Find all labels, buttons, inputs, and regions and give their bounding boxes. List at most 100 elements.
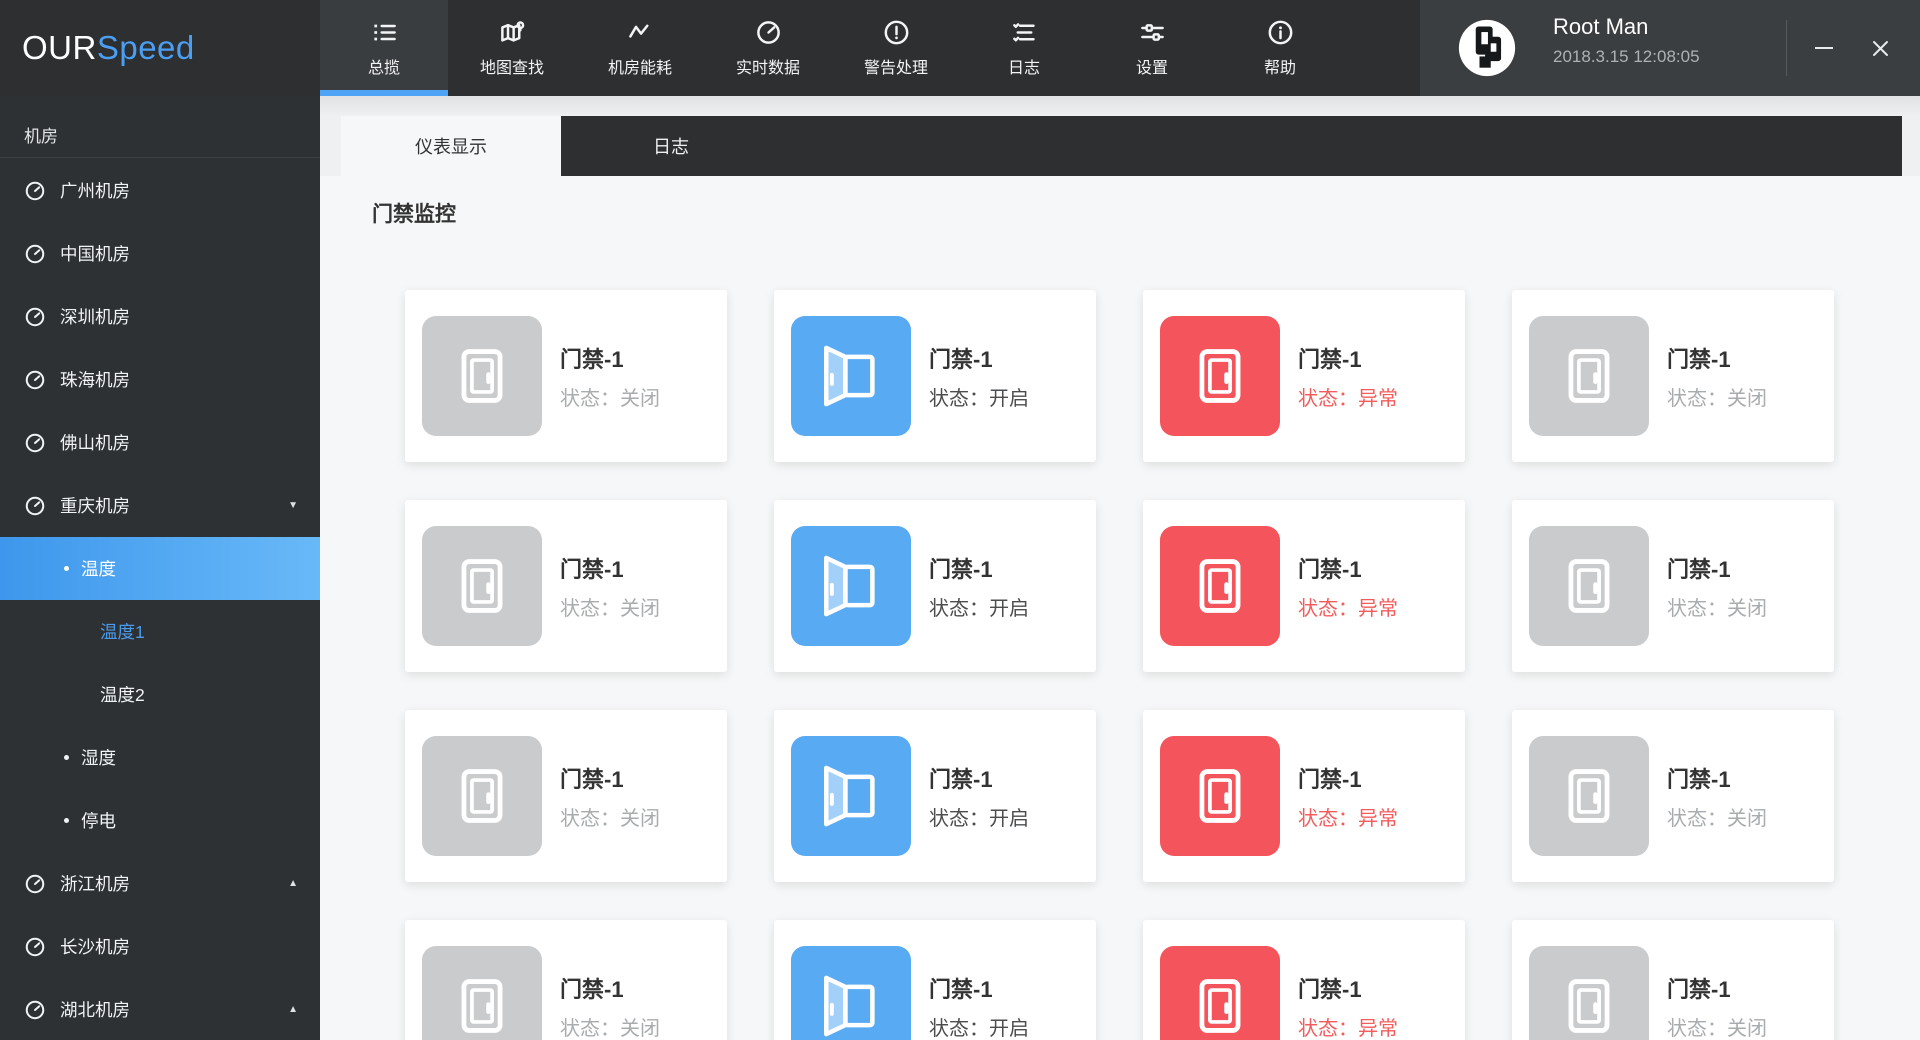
door-card-grid: 门禁-1 状态：关闭 门禁-1 状态：开启 门禁-1 状态：异常 门禁-1 状态：关闭 … bbox=[405, 290, 1834, 1040]
nav-item-机房能耗[interactable]: 机房能耗 bbox=[576, 0, 704, 96]
nav-item-帮助[interactable]: 帮助 bbox=[1216, 0, 1344, 96]
door-closed-icon bbox=[1160, 736, 1280, 856]
nav-item-label: 总揽 bbox=[367, 59, 400, 77]
settings-sliders-icon bbox=[1139, 19, 1166, 46]
logo-part-our: OUR bbox=[22, 29, 97, 66]
sidebar-item-温度[interactable]: 温度 bbox=[0, 537, 320, 600]
help-info-icon bbox=[1267, 19, 1294, 46]
door-closed-icon bbox=[1160, 946, 1280, 1040]
door-card[interactable]: 门禁-1 状态：关闭 bbox=[405, 920, 727, 1040]
sidebar-item-label: 佛山机房 bbox=[60, 433, 130, 453]
door-card-title: 门禁-1 bbox=[1667, 767, 1731, 792]
tab-bar: 仪表显示 日志 bbox=[341, 116, 1902, 176]
sidebar-item-label: 中国机房 bbox=[60, 244, 130, 264]
user-avatar[interactable] bbox=[1457, 18, 1517, 78]
chevron-down-icon[interactable]: ▼ bbox=[288, 500, 298, 511]
app-logo: OUR Speed bbox=[22, 0, 195, 96]
door-card-status: 状态：关闭 bbox=[1667, 808, 1767, 830]
door-card[interactable]: 门禁-1 状态：关闭 bbox=[1512, 920, 1834, 1040]
logo-part-speed: Speed bbox=[96, 29, 195, 66]
sidebar-item-温度1[interactable]: 温度1 bbox=[0, 600, 320, 663]
sidebar-item-珠海机房[interactable]: 珠海机房 bbox=[0, 348, 320, 411]
gauge-icon bbox=[24, 432, 46, 454]
bullet-dot-icon bbox=[64, 566, 69, 571]
chevron-up-icon[interactable]: ▲ bbox=[288, 878, 298, 889]
door-closed-icon bbox=[1529, 526, 1649, 646]
nav-item-总揽[interactable]: 总揽 bbox=[320, 0, 448, 96]
bullet-dot-icon bbox=[64, 755, 69, 760]
tab-meter-display[interactable]: 仪表显示 bbox=[341, 116, 561, 176]
door-card[interactable]: 门禁-1 状态：异常 bbox=[1143, 920, 1465, 1040]
door-card[interactable]: 门禁-1 状态：关闭 bbox=[405, 290, 727, 462]
door-open-icon bbox=[791, 736, 911, 856]
sidebar-item-label: 浙江机房 bbox=[60, 874, 130, 894]
gauge-icon bbox=[24, 999, 46, 1021]
door-card-status: 状态：关闭 bbox=[1667, 598, 1767, 620]
sidebar-item-label: 停电 bbox=[81, 811, 116, 831]
gauge-icon bbox=[24, 369, 46, 391]
sidebar-item-label: 温度1 bbox=[100, 622, 145, 642]
nav-item-设置[interactable]: 设置 bbox=[1088, 0, 1216, 96]
gauge-icon bbox=[24, 306, 46, 328]
avatar-logo-icon bbox=[1458, 19, 1516, 77]
door-closed-icon bbox=[422, 946, 542, 1040]
sidebar-item-深圳机房[interactable]: 深圳机房 bbox=[0, 285, 320, 348]
door-card[interactable]: 门禁-1 状态：异常 bbox=[1143, 290, 1465, 462]
sidebar-item-湿度[interactable]: 湿度 bbox=[0, 726, 320, 789]
nav-item-label: 警告处理 bbox=[863, 59, 928, 77]
door-card-status: 状态：关闭 bbox=[1667, 1018, 1767, 1040]
door-card-status: 状态：开启 bbox=[929, 598, 1029, 620]
sidebar-item-中国机房[interactable]: 中国机房 bbox=[0, 222, 320, 285]
door-card-status: 状态：开启 bbox=[929, 808, 1029, 830]
sidebar-item-label: 广州机房 bbox=[60, 181, 130, 201]
door-card-title: 门禁-1 bbox=[560, 977, 624, 1002]
sidebar-item-广州机房[interactable]: 广州机房 bbox=[0, 159, 320, 222]
nav-item-警告处理[interactable]: 警告处理 bbox=[832, 0, 960, 96]
door-closed-icon bbox=[422, 316, 542, 436]
gauge-icon bbox=[24, 243, 46, 265]
gauge-icon bbox=[24, 873, 46, 895]
sidebar-item-label: 深圳机房 bbox=[60, 307, 130, 327]
sidebar-item-温度2[interactable]: 温度2 bbox=[0, 663, 320, 726]
door-card[interactable]: 门禁-1 状态：异常 bbox=[1143, 710, 1465, 882]
nav-item-label: 帮助 bbox=[1263, 59, 1296, 77]
door-card[interactable]: 门禁-1 状态：开启 bbox=[774, 290, 1096, 462]
door-card[interactable]: 门禁-1 状态：关闭 bbox=[405, 710, 727, 882]
door-card-status: 状态：关闭 bbox=[560, 598, 660, 620]
door-card[interactable]: 门禁-1 状态：开启 bbox=[774, 920, 1096, 1040]
sidebar-item-停电[interactable]: 停电 bbox=[0, 789, 320, 852]
door-card-title: 门禁-1 bbox=[1298, 767, 1362, 792]
door-card-title: 门禁-1 bbox=[929, 347, 993, 372]
door-card[interactable]: 门禁-1 状态：关闭 bbox=[405, 500, 727, 672]
door-card[interactable]: 门禁-1 状态：异常 bbox=[1143, 500, 1465, 672]
close-button[interactable] bbox=[1858, 26, 1902, 70]
door-card[interactable]: 门禁-1 状态：关闭 bbox=[1512, 710, 1834, 882]
chevron-up-icon[interactable]: ▲ bbox=[288, 1004, 298, 1015]
nav-item-地图查找[interactable]: 地图查找 bbox=[448, 0, 576, 96]
sidebar-item-label: 温度2 bbox=[100, 685, 145, 705]
door-card[interactable]: 门禁-1 状态：关闭 bbox=[1512, 290, 1834, 462]
door-closed-icon bbox=[422, 736, 542, 856]
door-card-status: 状态：异常 bbox=[1298, 808, 1398, 830]
nav-item-label: 地图查找 bbox=[479, 59, 544, 77]
nav-item-实时数据[interactable]: 实时数据 bbox=[704, 0, 832, 96]
door-card[interactable]: 门禁-1 状态：关闭 bbox=[1512, 500, 1834, 672]
bullet-dot-icon bbox=[64, 818, 69, 823]
sidebar-item-重庆机房[interactable]: 重庆机房 ▼ bbox=[0, 474, 320, 537]
minimize-button[interactable] bbox=[1802, 26, 1846, 70]
tab-log[interactable]: 日志 bbox=[561, 116, 781, 176]
sidebar-item-湖北机房[interactable]: 湖北机房 ▲ bbox=[0, 978, 320, 1040]
section-title: 门禁监控 bbox=[372, 203, 456, 226]
door-card[interactable]: 门禁-1 状态：开启 bbox=[774, 710, 1096, 882]
realtime-gauge-icon bbox=[755, 19, 782, 46]
sidebar-item-label: 重庆机房 bbox=[60, 496, 130, 516]
main-area: 仪表显示 日志 门禁监控 门禁-1 状态：关闭 门禁-1 状态：开启 门禁-1 状态：… bbox=[320, 96, 1920, 1040]
door-card-status: 状态：关闭 bbox=[560, 388, 660, 410]
sidebar-item-佛山机房[interactable]: 佛山机房 bbox=[0, 411, 320, 474]
door-card-title: 门禁-1 bbox=[560, 347, 624, 372]
nav-item-日志[interactable]: 日志 bbox=[960, 0, 1088, 96]
sidebar-item-浙江机房[interactable]: 浙江机房 ▲ bbox=[0, 852, 320, 915]
door-card[interactable]: 门禁-1 状态：开启 bbox=[774, 500, 1096, 672]
sidebar-item-长沙机房[interactable]: 长沙机房 bbox=[0, 915, 320, 978]
sidebar-item-label: 湿度 bbox=[81, 748, 116, 768]
